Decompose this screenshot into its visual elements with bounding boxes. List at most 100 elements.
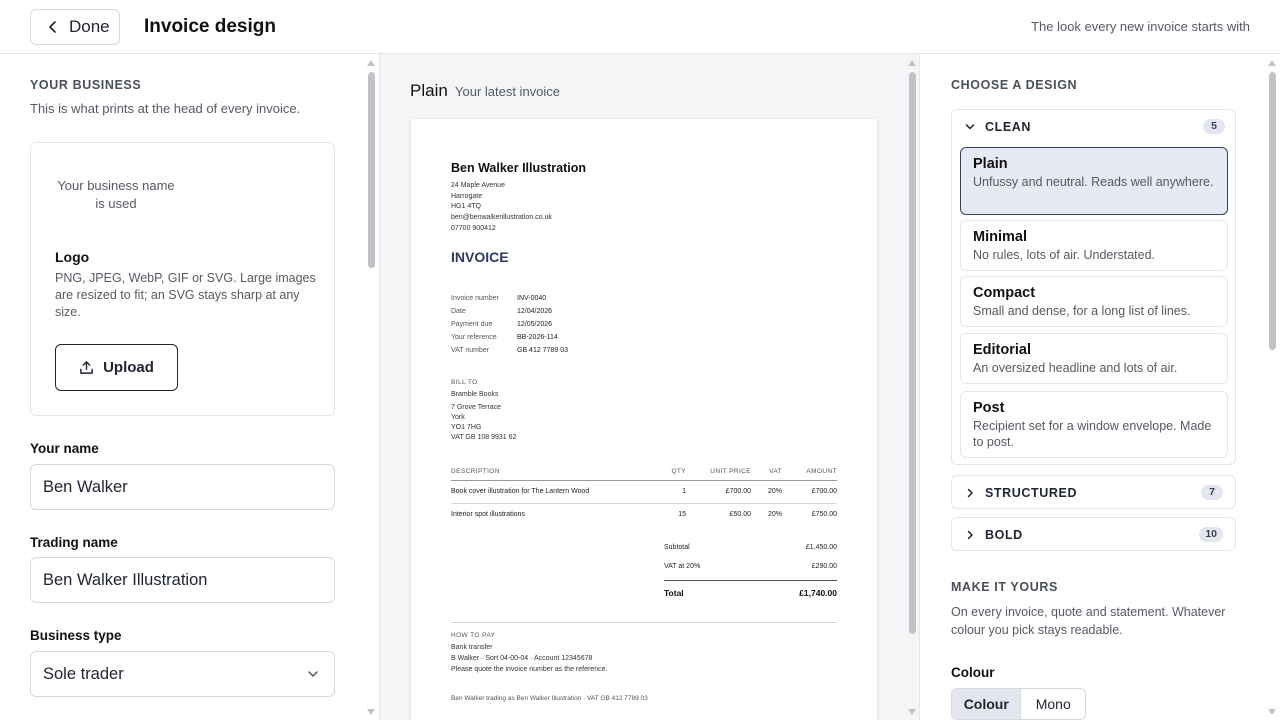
name-field[interactable]: Ben Walker [30,464,335,510]
upload-button[interactable]: Upload [55,344,178,391]
design-group-bold[interactable]: BOLD 10 [951,517,1236,551]
invoice-meta-value: BB-2026-114 [517,334,558,341]
design-group-clean: CLEAN 5 Plain Unfussy and neutral. Reads… [951,109,1236,465]
bill-to-label: BILL TO [451,379,478,386]
design-option-plain[interactable]: Plain Unfussy and neutral. Reads well an… [960,147,1228,215]
group-name: BOLD [985,528,1023,542]
line-qty: 1 [682,488,686,495]
name-label: Your name [30,441,99,456]
scroll-up-arrow[interactable] [908,60,916,66]
invoice-address-line: ben@benwalkerillustration.co.uk [451,214,552,221]
done-label: Done [69,17,110,36]
payment-line: Bank transfer [451,644,493,651]
colour-label: Colour [951,665,995,680]
trading-name-field[interactable]: Ben Walker Illustration [30,557,335,603]
design-option-editorial[interactable]: Editorial An oversized headline and lots… [960,333,1228,384]
business-type-select[interactable]: Sole trader [30,651,335,697]
invoice-meta-label: Payment due [451,321,493,328]
business-subheading: This is what prints at the head of every… [30,101,301,116]
line-description: Book cover illustration for The Lantern … [451,488,590,495]
invoice-address-line: Harrogate [451,193,483,200]
upload-label: Upload [103,359,154,376]
upload-icon [80,361,93,374]
business-type-label: Business type [30,628,122,643]
preview-scrollbar[interactable] [906,54,918,720]
bill-to-line: YO1 7HG [451,424,482,431]
invoice-address-line: 07700 900412 [451,225,496,232]
choose-design-heading: CHOOSE A DESIGN [951,78,1078,92]
design-option-minimal[interactable]: Minimal No rules, lots of air. Understat… [960,220,1228,271]
how-to-pay-label: HOW TO PAY [451,632,496,639]
line-qty: 15 [678,511,686,518]
design-name: Compact [973,285,1036,301]
colour-option-colour[interactable]: Colour [952,689,1022,719]
invoice-business-name: Ben Walker Illustration [451,161,586,175]
chevron-down-icon [965,124,975,130]
column-header: QTY [671,468,686,475]
chevron-left-icon [49,21,56,33]
vat-total-label: VAT at 20% [664,563,701,570]
line-description: Interior spot illustrations [451,511,525,518]
make-it-yours-subheading: On every invoice, quote and statement. W… [951,605,1226,637]
logo-title: Logo [55,249,90,265]
make-it-yours-heading: MAKE IT YOURS [951,580,1058,594]
design-description: Recipient set for a window envelope. Mad… [973,419,1212,449]
business-panel-scrollbar[interactable] [365,54,377,720]
design-panel-scrollbar[interactable] [1266,54,1278,720]
page-subtitle: The look every new invoice starts with [1031,19,1250,34]
scroll-down-arrow[interactable] [1268,709,1276,715]
design-description: Small and dense, for a long list of line… [973,304,1191,318]
design-name: Plain [973,156,1008,172]
design-option-compact[interactable]: Compact Small and dense, for a long list… [960,276,1228,327]
done-button[interactable]: Done [30,9,120,45]
invoice-meta-label: Your reference [451,334,497,341]
design-description: No rules, lots of air. Understated. [973,248,1156,262]
design-name: Post [973,400,1005,416]
bill-to-line: York [451,414,465,421]
group-header-clean[interactable]: CLEAN 5 [952,110,1237,143]
scroll-down-arrow[interactable] [367,709,375,715]
group-count-badge: 5 [1203,119,1225,134]
scroll-down-arrow[interactable] [908,709,916,715]
group-count-badge: 7 [1201,485,1223,500]
invoice-meta-label: VAT number [451,347,490,354]
scroll-thumb[interactable] [368,72,375,268]
table-row-rule [451,503,837,504]
column-header: UNIT PRICE [710,468,751,475]
vat-total-value: £290.00 [811,563,837,570]
preview-panel: Plain Your latest invoice Ben Walker Ill… [380,54,920,720]
invoice-address-line: 24 Maple Avenue [451,182,505,189]
colour-option-mono[interactable]: Mono [1021,689,1085,719]
logo-card: Your business name is used Logo PNG, JPE… [30,142,335,416]
invoice-preview: Ben Walker Illustration 24 Maple Avenue … [411,119,877,720]
line-unit-price: £700.00 [725,488,751,495]
design-name: Editorial [973,342,1032,358]
business-heading: YOUR BUSINESS [30,78,142,92]
business-panel: YOUR BUSINESS This is what prints at the… [0,54,380,720]
invoice-meta-value: 12/04/2026 [517,308,553,315]
invoice-meta-label: Invoice number [451,295,499,302]
line-amount: £750.00 [811,511,837,518]
top-bar: Done Invoice design The look every new i… [0,0,1280,54]
line-unit-price: £50.00 [729,511,751,518]
scroll-up-arrow[interactable] [1268,60,1276,66]
total-rule [664,580,837,581]
chevron-right-icon [967,488,973,498]
subtotal-label: Subtotal [664,544,690,551]
design-group-structured[interactable]: STRUCTURED 7 [951,475,1236,509]
scroll-thumb[interactable] [909,72,916,634]
column-header: VAT [769,468,782,475]
line-vat: 20% [767,488,782,495]
column-header: AMOUNT [806,468,837,475]
design-name: Minimal [973,229,1027,245]
bill-to-line: Bramble Books [451,391,499,398]
page-title: Invoice design [144,16,276,37]
design-option-post[interactable]: Post Recipient set for a window envelope… [960,391,1228,458]
scroll-thumb[interactable] [1269,72,1276,350]
invoice-meta-value: GB 412 7789 03 [517,347,568,354]
payment-rule [451,622,837,623]
scroll-up-arrow[interactable] [367,60,375,66]
total-label: Total [664,588,684,598]
design-description: Unfussy and neutral. Reads well anywhere… [973,175,1214,189]
group-name: STRUCTURED [985,486,1078,500]
